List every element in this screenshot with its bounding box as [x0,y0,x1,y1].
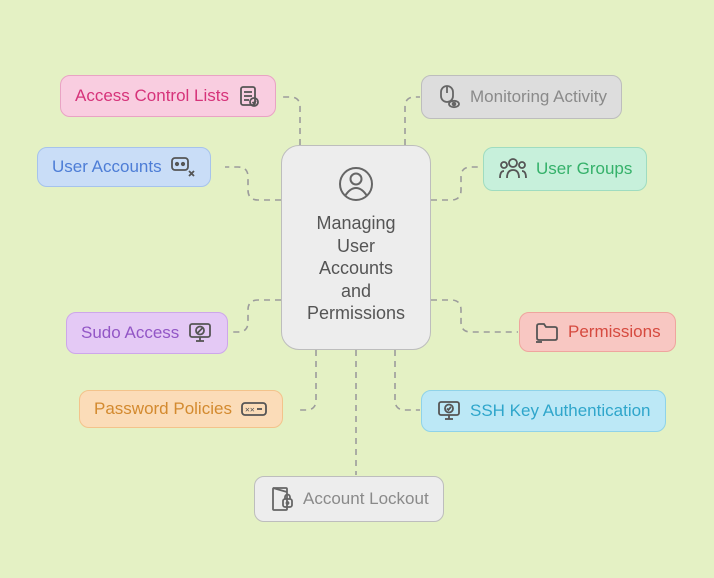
node-monitoring-activity: Monitoring Activity [421,75,622,119]
account-remove-icon [170,156,196,178]
folder-icon [534,321,560,343]
user-circle-icon [336,164,376,204]
node-label: Permissions [568,322,661,342]
node-sudo-access: Sudo Access [66,312,228,354]
center-title-line: Managing [307,212,405,235]
node-label: Access Control Lists [75,86,229,106]
node-ssh-key-auth: SSH Key Authentication [421,390,666,432]
node-label: User Groups [536,159,632,179]
secure-monitor-icon [436,399,462,423]
node-label: Sudo Access [81,323,179,343]
node-label: SSH Key Authentication [470,401,651,421]
door-lock-icon [269,485,295,513]
center-title-line: Accounts [307,257,405,280]
node-label: User Accounts [52,157,162,177]
node-label: Monitoring Activity [470,87,607,107]
password-field-icon: ✕✕ [240,399,268,419]
node-access-control-lists: Access Control Lists [60,75,276,117]
diagram-canvas: Managing User Accounts and Permissions A… [0,0,714,578]
mouse-eye-icon [436,84,462,110]
center-title: Managing User Accounts and Permissions [307,212,405,325]
checklist-icon [237,84,261,108]
node-user-groups: User Groups [483,147,647,191]
center-title-line: Permissions [307,302,405,325]
center-node: Managing User Accounts and Permissions [281,145,431,350]
center-title-line: and [307,280,405,303]
node-user-accounts: User Accounts [37,147,211,187]
node-label: Account Lockout [303,489,429,509]
svg-text:✕✕: ✕✕ [245,405,255,414]
node-account-lockout: Account Lockout [254,476,444,522]
node-label: Password Policies [94,399,232,419]
users-group-icon [498,156,528,182]
no-monitor-icon [187,321,213,345]
node-password-policies: Password Policies ✕✕ [79,390,283,428]
center-title-line: User [307,235,405,258]
node-permissions: Permissions [519,312,676,352]
